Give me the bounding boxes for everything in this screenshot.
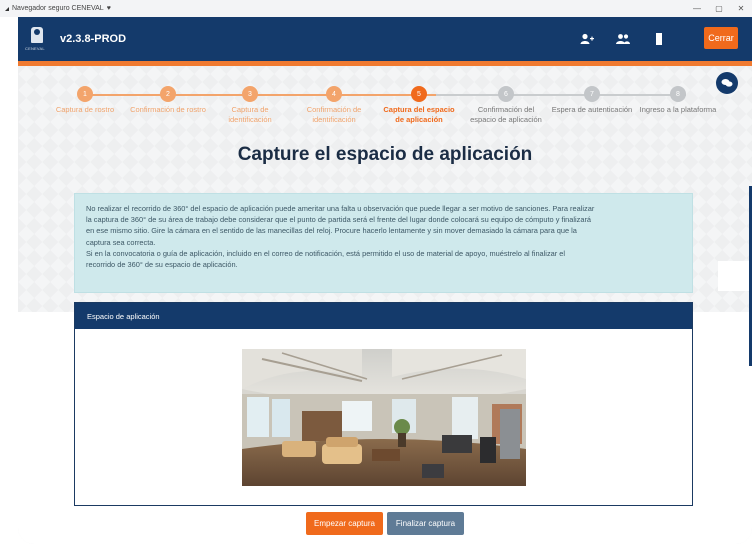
- info-line: No realizar el recorrido de 360° del esp…: [86, 204, 595, 213]
- info-line: captura sea correcta.: [86, 237, 156, 247]
- step-number: 8: [670, 86, 686, 102]
- window-title-text: Navegador seguro CENEVAL: [12, 5, 104, 12]
- close-button[interactable]: Cerrar: [704, 27, 738, 49]
- step-3: 3 Captura de identificación: [214, 86, 286, 125]
- step-number: 2: [160, 86, 176, 102]
- step-label: de aplicación: [395, 115, 443, 124]
- maximize-button[interactable]: ▢: [708, 0, 730, 17]
- step-label: Confirmación de rostro: [130, 105, 206, 114]
- step-8: 8 Ingreso a la plataforma: [630, 86, 726, 115]
- step-number: 6: [498, 86, 514, 102]
- step-7: 7 Espera de autenticación: [548, 86, 636, 115]
- info-line: en ese mismo sitio. Gire la cámara en el…: [86, 226, 577, 236]
- step-label: Captura de: [231, 105, 269, 114]
- page-title: Capture el espacio de aplicación: [237, 144, 533, 165]
- progress-stepper: 1 Captura de rostro 2 Confirmación de ro…: [18, 86, 752, 146]
- step-label: Confirmación del: [477, 105, 535, 114]
- close-window-button[interactable]: ✕: [730, 0, 752, 17]
- step-number: 1: [77, 86, 93, 102]
- capture-actions: Empezar captura Finalizar captura: [18, 512, 752, 535]
- step-label: Confirmación de: [306, 105, 362, 114]
- step-4: 4 Confirmación de identificación: [296, 86, 372, 125]
- version-label: v2.3.8-PROD: [60, 33, 127, 45]
- step-number: 3: [242, 86, 258, 102]
- step-1: 1 Captura de rostro: [45, 86, 125, 115]
- step-label: Captura del espacio: [383, 105, 455, 114]
- window-title: Navegador seguro CENEVAL ♥: [5, 5, 111, 12]
- heart-icon: ♥: [106, 5, 111, 12]
- step-label: Espera de autenticación: [551, 105, 633, 114]
- step-label: identificación: [312, 115, 356, 124]
- panorama-photo: [242, 349, 526, 486]
- step-label: identificación: [228, 115, 272, 124]
- info-line: Si en la convocatoria o guía de aplicaci…: [86, 248, 566, 258]
- step-label: Ingreso a la plataforma: [639, 105, 717, 114]
- finish-capture-button[interactable]: Finalizar captura: [387, 512, 464, 535]
- step-label: Captura de rostro: [55, 105, 115, 114]
- step-number: 5: [411, 86, 427, 102]
- step-number: 4: [326, 86, 342, 102]
- step-5: 5 Captura del espacio de aplicación: [377, 86, 461, 125]
- start-capture-button[interactable]: Empezar captura: [306, 512, 383, 535]
- step-number: 7: [584, 86, 600, 102]
- panel-title: Espacio de aplicación: [75, 303, 692, 329]
- instructions-alert: No realizar el recorrido de 360° del esp…: [74, 193, 693, 293]
- step-6: 6 Confirmación del espacio de aplicación: [464, 86, 548, 125]
- window-titlebar: Navegador seguro CENEVAL ♥ — ▢ ✕: [0, 0, 752, 17]
- info-line: recorrido de 360° de su espacio de aplic…: [86, 260, 238, 270]
- ceneval-logo: CENEVAL: [25, 25, 46, 53]
- signal-icon: [5, 6, 9, 11]
- app-header: CENEVAL v2.3.8-PROD Cerrar: [18, 17, 752, 61]
- step-2: 2 Confirmación de rostro: [120, 86, 216, 115]
- step-label: espacio de aplicación: [470, 115, 542, 124]
- bookmark-icon[interactable]: [652, 32, 666, 45]
- chat-icon: [721, 79, 733, 87]
- info-line: la captura de 360° de su área de trabajo…: [86, 215, 592, 225]
- chat-button[interactable]: [716, 72, 738, 94]
- minimize-button[interactable]: —: [686, 0, 708, 17]
- application-space-panel: Espacio de aplicación: [74, 302, 693, 506]
- user-plus-icon[interactable]: [580, 32, 594, 44]
- users-icon[interactable]: [616, 32, 630, 44]
- main-content: 1 Captura de rostro 2 Confirmación de ro…: [18, 66, 752, 544]
